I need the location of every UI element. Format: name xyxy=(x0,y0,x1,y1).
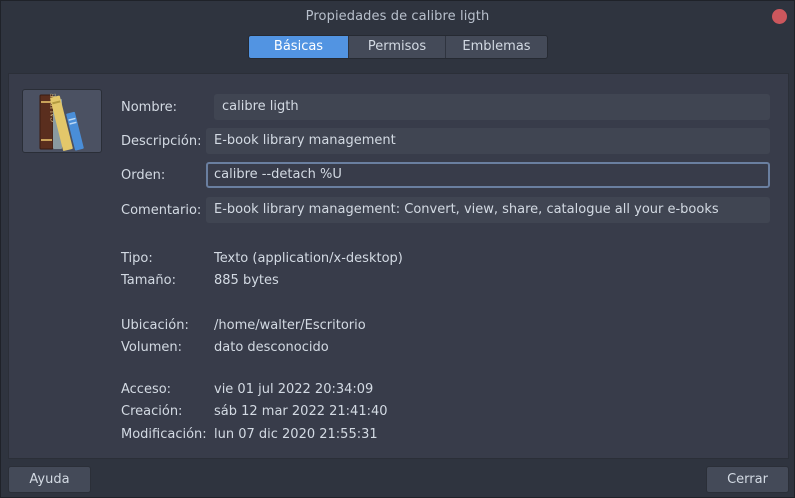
command-label: Orden: xyxy=(121,168,166,183)
app-icon-button[interactable]: CALIBRE xyxy=(22,89,102,153)
description-label: Descripción: xyxy=(121,134,202,149)
comment-label: Comentario: xyxy=(121,203,202,218)
close-button[interactable]: Cerrar xyxy=(706,466,789,493)
window-title: Propiedades de calibre ligth xyxy=(305,8,490,24)
name-field[interactable]: calibre ligth xyxy=(214,94,770,120)
tab-basicas[interactable]: Básicas xyxy=(249,36,349,58)
size-label: Tamaño: xyxy=(121,273,176,288)
tab-emblemas[interactable]: Emblemas xyxy=(446,36,547,58)
comment-field[interactable]: E-book library management: Convert, view… xyxy=(206,197,770,223)
modified-label: Modificación: xyxy=(121,427,207,442)
created-value: sáb 12 mar 2022 21:41:40 xyxy=(214,404,388,419)
description-field[interactable]: E-book library management xyxy=(206,128,770,154)
name-label: Nombre: xyxy=(121,100,178,115)
volume-label: Volumen: xyxy=(121,340,182,355)
close-window-button[interactable] xyxy=(772,9,787,24)
volume-value: dato desconocido xyxy=(214,340,329,355)
tab-permisos[interactable]: Permisos xyxy=(349,36,446,58)
type-label: Tipo: xyxy=(121,251,153,266)
type-value: Texto (application/x-desktop) xyxy=(214,251,403,266)
location-label: Ubicación: xyxy=(121,318,189,333)
command-field[interactable]: calibre --detach %U xyxy=(206,162,770,188)
title-bar: Propiedades de calibre ligth xyxy=(1,1,794,31)
created-label: Creación: xyxy=(121,404,183,419)
tab-bar: Básicas Permisos Emblemas xyxy=(248,35,548,59)
accessed-label: Acceso: xyxy=(121,382,172,397)
modified-value: lun 07 dic 2020 21:55:31 xyxy=(214,427,378,442)
location-value: /home/walter/Escritorio xyxy=(214,318,366,333)
help-button[interactable]: Ayuda xyxy=(8,466,91,493)
calibre-books-icon: CALIBRE xyxy=(39,93,84,151)
properties-dialog: Propiedades de calibre ligth Básicas Per… xyxy=(0,0,795,498)
size-value: 885 bytes xyxy=(214,273,279,288)
accessed-value: vie 01 jul 2022 20:34:09 xyxy=(214,382,374,397)
